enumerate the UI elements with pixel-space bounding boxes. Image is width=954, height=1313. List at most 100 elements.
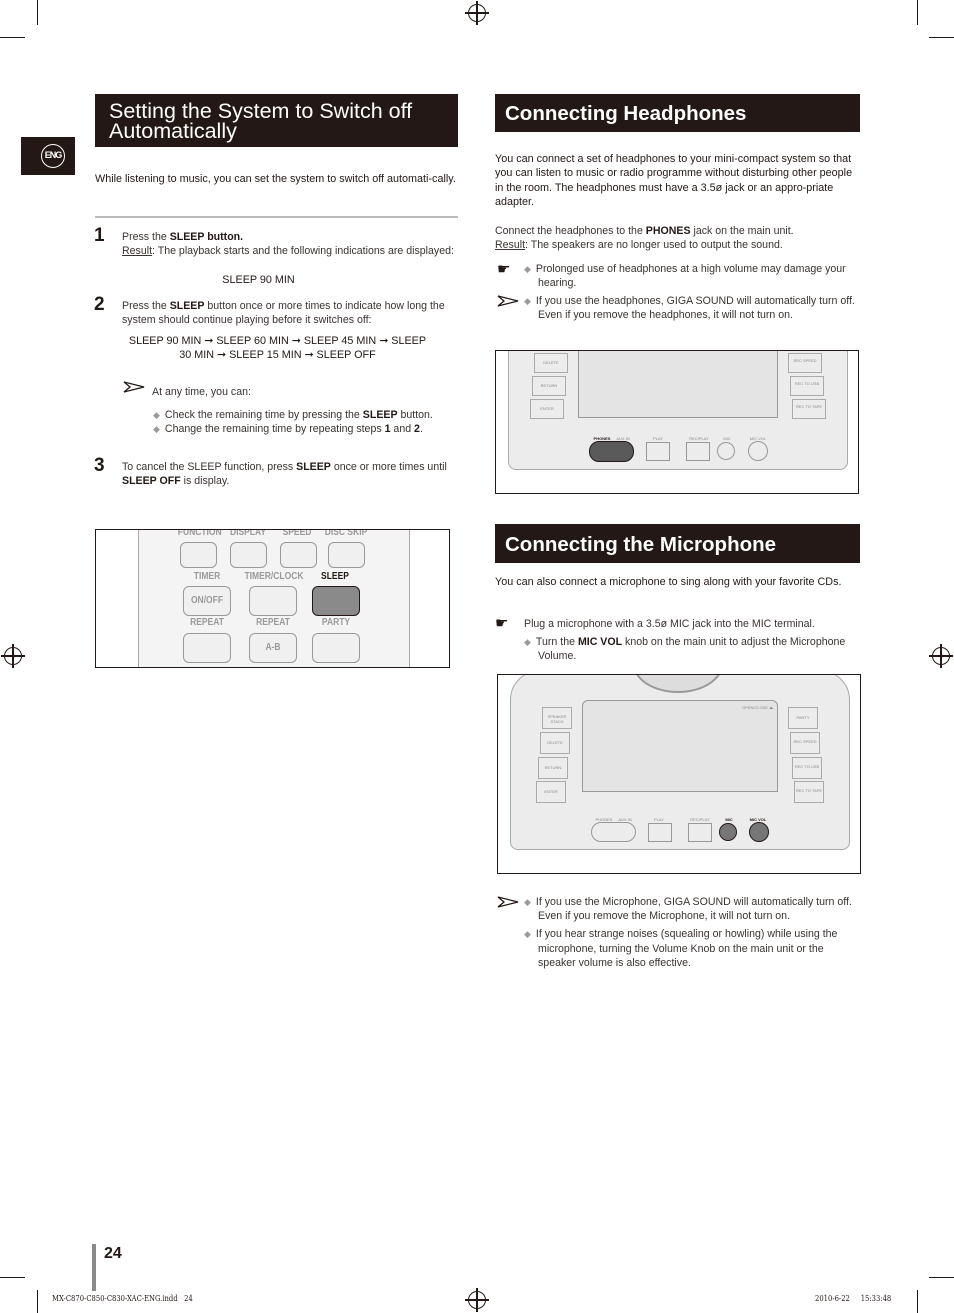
usb-port bbox=[688, 823, 712, 842]
remote-button-timer-on-off: ON/OFF bbox=[183, 586, 231, 616]
remote-label: ON/OFF bbox=[190, 595, 224, 606]
open-close-label: OPEN/CLOSE ⏏ bbox=[742, 705, 773, 710]
language-tab: ENG bbox=[21, 137, 75, 175]
mic-jack bbox=[717, 442, 735, 460]
remote-button-function bbox=[180, 542, 217, 568]
text-bold: SLEEP bbox=[296, 461, 331, 473]
note-list: ◆ Check the remaining time by pressing th… bbox=[153, 408, 453, 436]
text: To cancel the SLEEP function, press bbox=[122, 461, 297, 473]
crop-mark bbox=[917, 0, 918, 25]
eng-badge: ENG bbox=[41, 144, 65, 168]
page-number-bar bbox=[92, 1244, 96, 1291]
text: once or more times until bbox=[330, 461, 447, 473]
remote-button-timer-clock bbox=[249, 586, 297, 616]
phones-jack bbox=[591, 822, 636, 842]
usb-port bbox=[646, 442, 670, 461]
note-arrow-icon bbox=[123, 381, 145, 393]
crop-mark bbox=[929, 37, 954, 38]
text-bold: MIC VOL bbox=[577, 636, 623, 648]
result-label: Result bbox=[495, 239, 526, 252]
text: : The speakers are no longer used to out… bbox=[525, 239, 783, 252]
registration-mark-icon bbox=[1, 644, 25, 668]
remote-label: PARTY bbox=[321, 617, 351, 628]
text-bold: SLEEP bbox=[169, 300, 205, 312]
microphone-jack-illustration: OPEN/CLOSE ⏏ SPEAKER STACK DELETE RETURN… bbox=[497, 674, 861, 874]
note-arrow-icon bbox=[497, 295, 519, 307]
registration-mark-icon bbox=[929, 644, 953, 668]
headphones-intro: You can connect a set of headphones to y… bbox=[495, 153, 853, 209]
step-3-text: To cancel the SLEEP function, press SLEE… bbox=[122, 460, 457, 488]
text-bold: SLEEP bbox=[169, 231, 205, 243]
time: 15:33:48 bbox=[860, 1294, 892, 1303]
text: Turn the bbox=[535, 636, 578, 648]
phones-jack-highlighted bbox=[589, 441, 634, 462]
note-arrow-icon bbox=[497, 896, 519, 908]
remote-label: SLEEP bbox=[321, 571, 349, 582]
microphone-bullet: ◆ Turn the MIC VOL knob on the main unit … bbox=[524, 635, 859, 663]
diamond-bullet-icon: ◆ bbox=[153, 424, 160, 435]
panel-button: DELETE bbox=[540, 732, 570, 754]
list-item: ◆ If you hear strange noises (squealing o… bbox=[524, 927, 859, 970]
remote-label: DISPLAY bbox=[229, 529, 267, 538]
sequence-line: SLEEP 90 MIN ➞ SLEEP 60 MIN ➞ SLEEP 45 M… bbox=[128, 335, 427, 347]
crop-mark bbox=[0, 1277, 25, 1278]
step-1-text: Press the SLEEP button. Result: The play… bbox=[122, 230, 462, 258]
text: Prolonged use of headphones at a high vo… bbox=[535, 263, 846, 290]
print-date: 2010-6-22 15:33:48 bbox=[815, 1294, 891, 1303]
result-label: Result bbox=[122, 245, 153, 258]
date: 2010-6-22 bbox=[815, 1294, 850, 1303]
section-title-sleep: Setting the System to Switch off Automat… bbox=[95, 94, 458, 147]
crop-mark bbox=[917, 1290, 918, 1313]
headphones-note: ◆ If you use the headphones, GIGA SOUND w… bbox=[524, 294, 859, 322]
text: Connect the headphones to the bbox=[495, 225, 646, 237]
section-title-headphones: Connecting Headphones bbox=[495, 94, 860, 132]
text-bold: PHONES bbox=[645, 225, 691, 237]
step-number: 3 bbox=[94, 455, 105, 476]
text: If you use the headphones, GIGA SOUND wi… bbox=[535, 295, 855, 322]
registration-mark-icon bbox=[465, 1288, 489, 1312]
text: is display. bbox=[180, 475, 230, 488]
panel-button: REC TO USB bbox=[790, 376, 824, 396]
remote-button-sleep-highlighted bbox=[312, 586, 360, 616]
file-info: MX-C870-C850-C830-XAC-ENG.indd 24 bbox=[52, 1294, 193, 1303]
diamond-bullet-icon: ◆ bbox=[524, 897, 531, 907]
panel-button: ENTER bbox=[530, 399, 564, 419]
remote-label: A-B bbox=[265, 642, 281, 653]
text: Press the bbox=[122, 300, 170, 312]
jack-label: PLAY bbox=[653, 436, 663, 441]
divider bbox=[95, 216, 458, 218]
step-number: 2 bbox=[94, 294, 105, 315]
diamond-bullet-icon: ◆ bbox=[524, 929, 531, 940]
jack-label: REC/PLAY bbox=[689, 436, 709, 441]
jack-label: MIC bbox=[723, 436, 731, 441]
sleep-sequence: SLEEP 90 MIN ➞ SLEEP 60 MIN ➞ SLEEP 45 M… bbox=[100, 334, 455, 363]
diamond-bullet-icon: ◆ bbox=[524, 296, 531, 306]
list-item: ◆ If you use the Microphone, GIGA SOUND w… bbox=[524, 895, 859, 923]
mic-jack-highlighted bbox=[719, 823, 737, 841]
remote-label: REPEAT bbox=[256, 617, 290, 628]
sleep-intro: While listening to music, you can set th… bbox=[95, 173, 456, 185]
step-number: 1 bbox=[94, 225, 105, 246]
remote-control-illustration: FUNCTION DISPLAY SPEED DISC SKIP TIMER T… bbox=[95, 529, 450, 668]
list-item: ◆ Change the remaining time by repeating … bbox=[153, 422, 453, 436]
text: and bbox=[390, 423, 415, 436]
text: button. bbox=[204, 231, 244, 243]
remote-label: REPEAT bbox=[190, 617, 224, 628]
step-2-text: Press the SLEEP button once or more time… bbox=[122, 299, 457, 327]
microphone-notes: ◆ If you use the Microphone, GIGA SOUND w… bbox=[524, 895, 859, 970]
text: . bbox=[419, 423, 423, 436]
headphones-jack-illustration: DELETE RETURN ENTER REC SPEED REC TO USB… bbox=[495, 350, 859, 494]
registration-mark-icon bbox=[465, 1, 489, 25]
text: Press the bbox=[122, 231, 170, 243]
crop-mark bbox=[37, 0, 38, 25]
panel-button: PARTY bbox=[788, 707, 818, 729]
panel-button: REC TO USB bbox=[792, 757, 822, 779]
text: jack on the main unit. bbox=[690, 225, 794, 237]
remote-button-repeat-ab: A-B bbox=[249, 633, 297, 663]
panel-button: REC SPEED bbox=[790, 732, 820, 754]
remote-button-disc-skip bbox=[328, 542, 365, 568]
sleep-display: SLEEP 90 MIN bbox=[222, 274, 295, 286]
diamond-bullet-icon: ◆ bbox=[153, 410, 160, 420]
headphones-caution: ◆ Prolonged use of headphones at a high v… bbox=[524, 262, 854, 290]
diamond-bullet-icon: ◆ bbox=[524, 637, 531, 647]
